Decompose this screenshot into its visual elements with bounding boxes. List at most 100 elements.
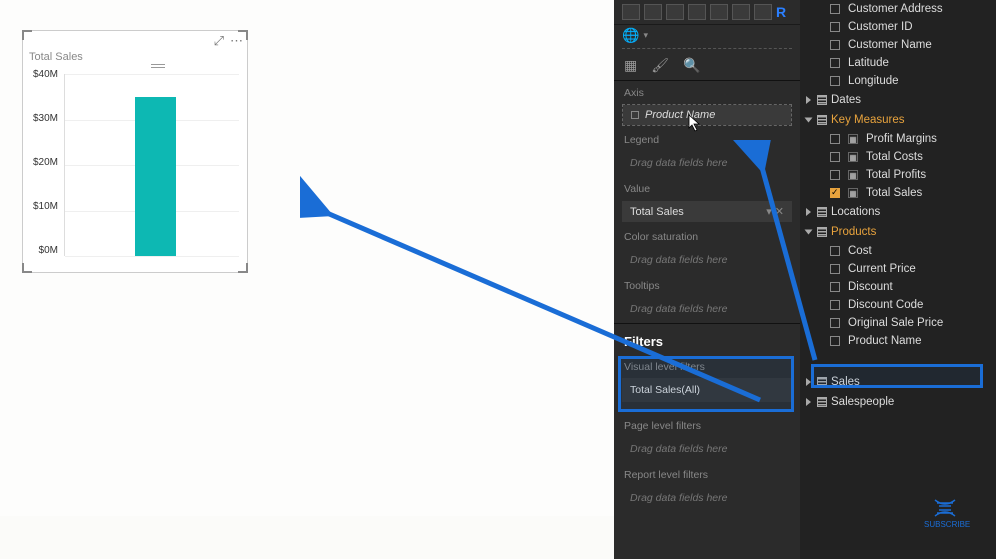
data-bar[interactable] [135,97,177,256]
tooltips-well[interactable]: Drag data fields here [622,297,792,321]
viz-type-icon[interactable] [754,4,772,20]
field-checkbox[interactable] [830,40,840,50]
field-row[interactable]: ▦ Total Profits [800,166,996,184]
table-label: Key Measures [831,114,905,126]
table-key-measures[interactable]: Key Measures [800,110,996,130]
viz-type-icon[interactable] [732,4,750,20]
legend-well-label: Legend [614,128,800,149]
y-tick: $20M [29,157,61,168]
field-name: Longitude [848,75,899,87]
field-row[interactable]: Customer Address [800,0,996,18]
format-tab-icon[interactable]: 🖌 [651,57,669,74]
mouse-cursor-icon [688,114,702,132]
table-locations[interactable]: Locations [800,202,996,222]
field-name: Total Sales [866,187,922,199]
field-checkbox[interactable] [830,58,840,68]
more-options-icon[interactable]: ⋯ [230,33,243,49]
table-sales[interactable]: Sales [800,372,996,392]
arcgis-visual-icon[interactable]: 🌐 ▾ [614,25,800,46]
field-checkbox[interactable] [830,264,840,274]
y-axis: $40M $30M $20M $10M $0M [29,69,61,256]
field-row[interactable]: ▦ Total Costs [800,148,996,166]
visual-filter-total-sales[interactable]: Total Sales(All) [622,378,792,402]
resize-handle-tl[interactable] [22,30,32,40]
color-well-label: Color saturation [614,225,800,246]
viz-gallery[interactable]: R [614,0,800,25]
viz-type-icon[interactable] [622,4,640,20]
table-label: Locations [831,206,880,218]
subscribe-badge[interactable]: SUBSCRIBE [924,498,966,529]
bar-chart-visual[interactable]: ⤢ ⋯ Total Sales $40M $30M $20M $10M $0M [22,30,248,273]
value-field-total-sales[interactable]: Total Sales ▾ ✕ [622,201,792,222]
field-name: Latitude [848,57,889,69]
field-checkbox[interactable] [830,282,840,292]
analytics-tab-icon[interactable]: 🔍 [683,57,700,74]
field-checkbox[interactable] [830,336,840,346]
legend-well[interactable]: Drag data fields here [622,151,792,175]
field-name: Total Profits [866,169,926,181]
field-checkbox[interactable] [830,152,840,162]
field-checkbox[interactable] [830,246,840,256]
axis-well-label: Axis [614,81,800,102]
field-row[interactable]: Discount Code [800,296,996,314]
table-label: Sales [831,376,860,388]
field-name: Product Name [848,335,922,347]
field-checkbox[interactable] [830,300,840,310]
field-row[interactable]: Customer ID [800,18,996,36]
field-checkbox-icon [631,111,639,119]
chart-title: Total Sales [29,51,83,63]
report-filters-well[interactable]: Drag data fields here [622,486,792,510]
r-visual-icon[interactable]: R [776,4,786,20]
table-salespeople[interactable]: Salespeople [800,392,996,412]
table-products[interactable]: Products [800,222,996,242]
y-tick: $30M [29,113,61,124]
field-row[interactable]: Original Sale Price [800,314,996,332]
viz-type-icon[interactable] [710,4,728,20]
field-checkbox[interactable] [830,4,840,14]
field-remove-icon[interactable]: ▾ ✕ [766,205,784,218]
measure-icon: ▦ [848,152,858,162]
field-row[interactable]: Current Price [800,260,996,278]
axis-well[interactable]: Product Name [622,104,792,126]
pane-tabs[interactable]: ▦ 🖌 🔍 [614,51,800,81]
focus-mode-icon[interactable]: ⤢ [214,33,224,49]
fields-tab-icon[interactable]: ▦ [624,57,637,74]
field-row[interactable]: ▦Total Sales [800,184,996,202]
color-well[interactable]: Drag data fields here [622,248,792,272]
table-dates[interactable]: Dates [800,90,996,110]
y-tick: $40M [29,69,61,80]
field-row[interactable]: ▦Profit Margins [800,130,996,148]
field-row[interactable]: Longitude [800,72,996,90]
viz-type-icon[interactable] [688,4,706,20]
field-name: Discount Code [848,299,923,311]
measure-icon: ▦ [848,170,858,180]
drag-handle-icon[interactable] [151,64,165,68]
y-tick: $10M [29,201,61,212]
field-checkbox[interactable] [830,188,840,198]
axis-field-product-name[interactable]: Product Name [623,105,791,125]
field-row[interactable]: Discount [800,278,996,296]
viz-type-icon[interactable] [666,4,684,20]
field-row[interactable]: Cost [800,242,996,260]
page-filters-well[interactable]: Drag data fields here [622,437,792,461]
field-name: Total Costs [866,151,923,163]
page-filters-label: Page level filters [614,414,800,435]
field-row[interactable]: Product Name [800,332,996,350]
visualizations-pane[interactable]: R 🌐 ▾ ▦ 🖌 🔍 Axis Product Name Legend Dra… [614,0,800,559]
field-checkbox[interactable] [830,134,840,144]
field-name: Current Price [848,263,916,275]
field-checkbox[interactable] [830,76,840,86]
fields-pane[interactable]: Customer AddressCustomer IDCustomer Name… [800,0,996,559]
field-checkbox[interactable] [830,170,840,180]
field-checkbox[interactable] [830,22,840,32]
report-filters-label: Report level filters [614,463,800,484]
field-row[interactable]: Customer Name [800,36,996,54]
viz-type-icon[interactable] [644,4,662,20]
field-name: Original Sale Price [848,317,943,329]
table-label: Salespeople [831,396,894,408]
table-label: Dates [831,94,861,106]
field-row[interactable]: Latitude [800,54,996,72]
field-checkbox[interactable] [830,318,840,328]
filters-header: Filters [614,323,800,355]
report-canvas[interactable]: ⤢ ⋯ Total Sales $40M $30M $20M $10M $0M [0,0,614,559]
